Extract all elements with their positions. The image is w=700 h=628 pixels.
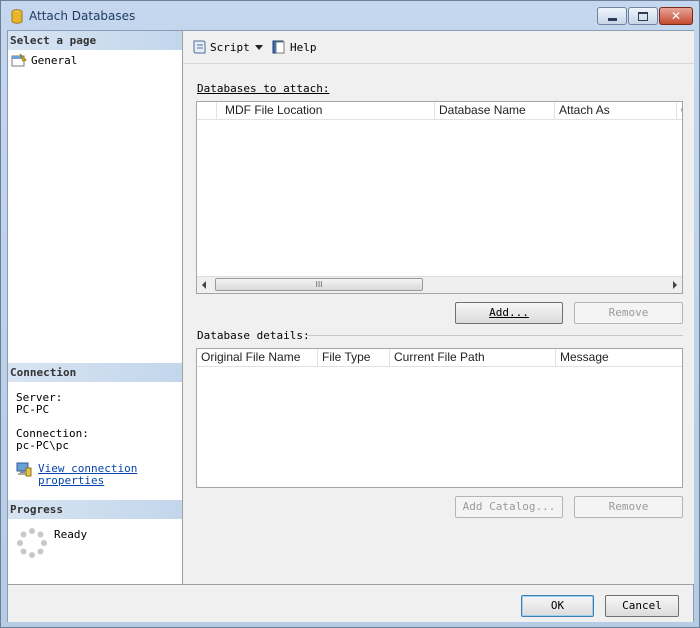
add-button-label: Add... xyxy=(489,306,529,319)
maximize-icon xyxy=(638,11,648,21)
page-item-general[interactable]: General xyxy=(11,52,77,68)
col-message[interactable]: Message xyxy=(556,349,682,366)
window-title: Attach Databases xyxy=(29,9,136,23)
view-connection-properties-link[interactable]: View connection properties xyxy=(38,463,137,487)
details-grid-header: Original File Name File Type Current Fil… xyxy=(197,349,682,367)
progress-spinner-icon xyxy=(17,528,47,558)
remove-attach-button[interactable]: Remove xyxy=(574,302,683,324)
remove-details-button[interactable]: Remove xyxy=(574,496,683,518)
minimize-icon xyxy=(607,17,617,21)
databases-to-attach-grid[interactable]: MDF File Location Database Name Attach A… xyxy=(196,101,683,294)
attach-col-selector xyxy=(197,102,217,119)
col-file-type[interactable]: File Type xyxy=(318,349,390,366)
col-attach-as[interactable]: Attach As xyxy=(555,102,677,119)
database-details-text: Database details: xyxy=(197,329,310,342)
script-icon xyxy=(193,40,206,54)
ok-label: OK xyxy=(550,599,565,612)
add-catalog-button[interactable]: Add Catalog... xyxy=(455,496,563,518)
attach-grid-header: MDF File Location Database Name Attach A… xyxy=(197,102,682,120)
page-item-label: General xyxy=(31,53,78,67)
group-divider xyxy=(307,335,683,336)
help-label: Help xyxy=(290,40,317,54)
close-button[interactable]: ✕ xyxy=(659,7,693,25)
databases-to-attach-text: Databases to attach: xyxy=(197,82,330,95)
col-owner[interactable]: O xyxy=(677,102,682,119)
scroll-left-arrow-icon[interactable] xyxy=(202,281,206,289)
script-dropdown-button[interactable] xyxy=(255,38,263,56)
connection-value: pc-PC\pc xyxy=(16,439,69,452)
help-button[interactable]: Help xyxy=(271,38,317,56)
col-database-name[interactable]: Database Name xyxy=(435,102,555,119)
dialog-client: Select a page General Connection Server:… xyxy=(7,30,694,622)
remove-details-label: Remove xyxy=(608,500,649,513)
progress-header: Progress xyxy=(8,500,182,519)
title-bar: Attach Databases ✕ xyxy=(1,1,699,31)
attach-databases-window: Attach Databases ✕ Select a page General… xyxy=(0,0,700,628)
server-properties-icon xyxy=(16,462,32,477)
add-catalog-label: Add Catalog... xyxy=(462,500,556,513)
col-original-file-name[interactable]: Original File Name xyxy=(197,349,318,366)
bottom-bar: OK Cancel xyxy=(8,584,693,622)
col-mdf-file-location[interactable]: MDF File Location xyxy=(217,102,435,119)
right-pane: Script Help Databases to attach: MDF Fil… xyxy=(183,31,694,584)
ok-button[interactable]: OK xyxy=(521,595,594,617)
remove-attach-label: Remove xyxy=(608,306,649,319)
col-current-file-path[interactable]: Current File Path xyxy=(390,349,556,366)
databases-to-attach-label: Databases to attach: xyxy=(197,82,329,95)
toolbar: Script Help xyxy=(183,31,694,64)
database-details-grid[interactable]: Original File Name File Type Current Fil… xyxy=(196,348,683,488)
server-value: PC-PC xyxy=(16,403,50,416)
page-icon xyxy=(11,53,27,67)
script-label: Script xyxy=(210,40,250,54)
left-pane: Select a page General Connection Server:… xyxy=(8,31,183,584)
script-button[interactable]: Script xyxy=(191,38,250,56)
scroll-thumb[interactable]: III xyxy=(215,278,423,291)
cancel-label: Cancel xyxy=(622,599,662,612)
maximize-button[interactable] xyxy=(628,7,658,25)
minimize-button[interactable] xyxy=(597,7,627,25)
cancel-button[interactable]: Cancel xyxy=(605,595,679,617)
connection-header: Connection xyxy=(8,363,182,382)
add-button[interactable]: Add... xyxy=(455,302,563,324)
progress-status: Ready xyxy=(54,528,88,541)
help-icon xyxy=(272,40,285,54)
database-icon xyxy=(11,9,23,24)
attach-grid-hscrollbar[interactable]: III xyxy=(197,276,682,293)
view-link-line2[interactable]: properties xyxy=(38,474,104,487)
close-icon: ✕ xyxy=(670,9,682,23)
select-page-header: Select a page xyxy=(8,31,182,50)
scroll-thumb-grip: III xyxy=(315,280,323,289)
scroll-right-arrow-icon[interactable] xyxy=(673,281,677,289)
chevron-down-icon xyxy=(255,44,263,50)
database-details-label: Database details: xyxy=(197,329,310,342)
